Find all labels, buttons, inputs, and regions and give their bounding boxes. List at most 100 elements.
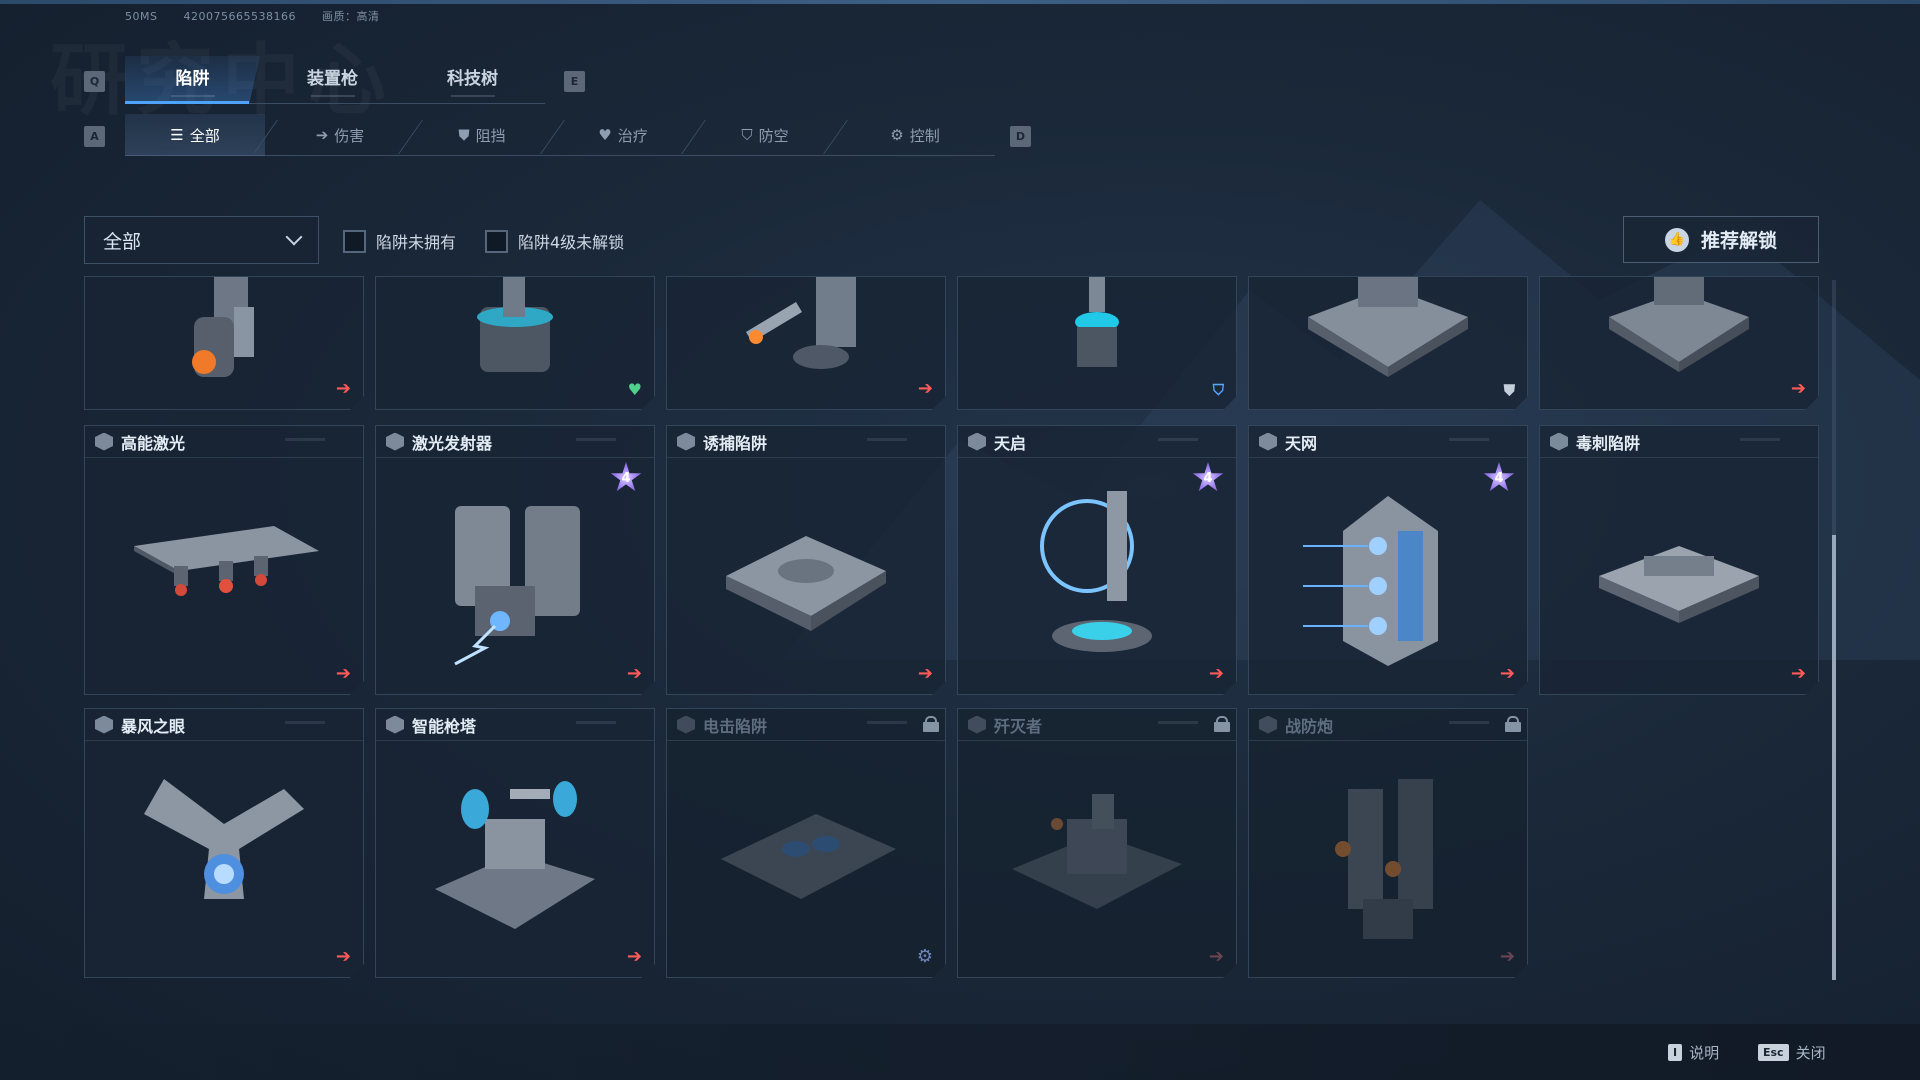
key-hint-d[interactable]: D bbox=[1010, 126, 1031, 147]
trap-image bbox=[1002, 789, 1192, 929]
tab-damage[interactable]: ➔ 伤害 bbox=[270, 114, 410, 156]
trap-name: 天启 bbox=[994, 433, 1027, 453]
trap-name: 暴风之眼 bbox=[121, 716, 186, 736]
key-hint-a[interactable]: A bbox=[84, 126, 105, 147]
shield-plane-icon: ⛉ bbox=[741, 126, 753, 144]
star-level-icon: 4 bbox=[1192, 462, 1224, 494]
trap-card[interactable]: 诱捕陷阱 ➔ bbox=[666, 425, 946, 695]
tab-tech-tree[interactable]: 科技树 bbox=[405, 56, 540, 104]
tab-label: 治疗 bbox=[617, 126, 648, 145]
trap-card[interactable]: 激光发射器 4 ➔ bbox=[375, 425, 655, 695]
arrow-icon[interactable]: ➔ bbox=[1791, 663, 1806, 684]
arrow-icon[interactable]: ➔ bbox=[336, 663, 351, 684]
card-header: 暴风之眼 bbox=[85, 709, 363, 741]
trap-image bbox=[736, 277, 876, 397]
trap-card[interactable]: ⛊ bbox=[1248, 276, 1528, 410]
trap-card[interactable]: 高能激光 ➔ bbox=[84, 425, 364, 695]
trap-type-icon bbox=[677, 716, 695, 734]
trap-card-locked[interactable]: 战防炮 ➔ bbox=[1248, 708, 1528, 978]
tab-label: 防空 bbox=[758, 126, 789, 145]
thumbs-up-icon: 👍 bbox=[1664, 227, 1689, 252]
lock-icon bbox=[1216, 716, 1228, 728]
tab-subline bbox=[310, 94, 355, 97]
ghost-text bbox=[1740, 438, 1780, 441]
shield-plane-icon[interactable]: ⛉ bbox=[1213, 381, 1224, 399]
arrow-icon[interactable]: ➔ bbox=[336, 946, 351, 967]
tab-subline bbox=[170, 94, 215, 97]
recommend-unlock-button[interactable]: 👍 推荐解锁 bbox=[1623, 216, 1819, 263]
list-icon: ☰ bbox=[170, 126, 184, 144]
gear-icon[interactable]: ⚙ bbox=[917, 946, 933, 967]
shield-icon[interactable]: ⛊ bbox=[1504, 381, 1515, 399]
main-tabs: 陷阱 装置枪 科技树 bbox=[125, 56, 545, 104]
trap-image bbox=[124, 516, 324, 606]
trap-card[interactable]: ♥ bbox=[375, 276, 655, 410]
arrow-icon[interactable]: ➔ bbox=[918, 663, 933, 684]
checkbox-not-owned[interactable]: 陷阱未拥有 bbox=[343, 229, 456, 253]
arrow-icon[interactable]: ➔ bbox=[1500, 663, 1515, 684]
tab-label: 科技树 bbox=[447, 68, 498, 89]
scrollbar-thumb[interactable] bbox=[1832, 535, 1836, 980]
tab-control[interactable]: ⚙ 控制 bbox=[845, 114, 985, 156]
trap-card[interactable]: ➔ bbox=[1539, 276, 1819, 410]
trap-card[interactable]: ➔ bbox=[666, 276, 946, 410]
checkbox-box[interactable] bbox=[485, 229, 508, 253]
trap-name: 天网 bbox=[1285, 433, 1318, 453]
tab-traps[interactable]: 陷阱 bbox=[125, 56, 260, 104]
ghost-text bbox=[285, 438, 325, 441]
arrow-icon[interactable]: ➔ bbox=[1500, 946, 1515, 967]
trap-card[interactable]: 天启 4 ➔ bbox=[957, 425, 1237, 695]
trap-card[interactable]: ⛉ bbox=[957, 276, 1237, 410]
arrow-icon[interactable]: ➔ bbox=[1209, 946, 1224, 967]
trap-image bbox=[1303, 769, 1473, 949]
key-esc: Esc bbox=[1758, 1044, 1789, 1061]
trap-card[interactable]: 智能枪塔 ➔ bbox=[375, 708, 655, 978]
trap-card[interactable]: 暴风之眼 ➔ bbox=[84, 708, 364, 978]
key-hint-e[interactable]: E bbox=[564, 71, 585, 92]
card-header: 激光发射器 bbox=[376, 426, 654, 458]
tab-device-guns[interactable]: 装置枪 bbox=[265, 56, 400, 104]
arrow-icon[interactable]: ➔ bbox=[627, 663, 642, 684]
ghost-text bbox=[1158, 721, 1198, 724]
trap-image bbox=[1584, 531, 1774, 631]
card-header: 天网 bbox=[1249, 426, 1527, 458]
tab-label: 阻挡 bbox=[475, 126, 506, 145]
arrow-icon[interactable]: ➔ bbox=[1209, 663, 1224, 684]
trap-name: 智能枪塔 bbox=[412, 716, 477, 736]
trap-image bbox=[124, 769, 324, 919]
arrow-icon: ➔ bbox=[315, 126, 329, 144]
trap-card[interactable]: ➔ bbox=[84, 276, 364, 410]
trap-type-icon bbox=[95, 716, 113, 734]
arrow-icon[interactable]: ➔ bbox=[627, 946, 642, 967]
arrow-icon[interactable]: ➔ bbox=[336, 378, 351, 399]
category-tabs: ☰ 全部 ➔ 伤害 ⛊ 阻挡 ♥ 治疗 ⛉ 防空 ⚙ 控制 bbox=[125, 114, 995, 156]
close-hint[interactable]: Esc 关闭 bbox=[1758, 1042, 1826, 1063]
arrow-icon[interactable]: ➔ bbox=[918, 378, 933, 399]
trap-image bbox=[706, 799, 906, 919]
trap-card[interactable]: 毒刺陷阱 ➔ bbox=[1539, 425, 1819, 695]
tab-block[interactable]: ⛊ 阻挡 bbox=[412, 114, 552, 156]
tab-anti-air[interactable]: ⛉ 防空 bbox=[695, 114, 835, 156]
key-hint-q[interactable]: Q bbox=[84, 71, 105, 92]
tab-all[interactable]: ☰ 全部 bbox=[125, 114, 265, 156]
ghost-text bbox=[576, 721, 616, 724]
help-label: 说明 bbox=[1689, 1044, 1720, 1062]
checkbox-box[interactable] bbox=[343, 229, 366, 253]
filter-selected-value: 全部 bbox=[103, 230, 142, 253]
help-hint[interactable]: I 说明 bbox=[1668, 1042, 1719, 1063]
filter-dropdown[interactable]: 全部 bbox=[84, 216, 319, 264]
arrow-icon[interactable]: ➔ bbox=[1791, 378, 1806, 399]
trap-card[interactable]: 天网 4 ➔ bbox=[1248, 425, 1528, 695]
trap-card-locked[interactable]: 电击陷阱 ⚙ bbox=[666, 708, 946, 978]
trap-name: 歼灭者 bbox=[994, 716, 1043, 736]
trap-image bbox=[1303, 491, 1473, 671]
card-header: 战防炮 bbox=[1249, 709, 1527, 741]
trap-name: 战防炮 bbox=[1285, 716, 1334, 736]
trap-card-locked[interactable]: 歼灭者 ➔ bbox=[957, 708, 1237, 978]
tab-subline bbox=[450, 94, 495, 97]
heart-icon[interactable]: ♥ bbox=[628, 380, 642, 399]
scrollbar-track[interactable] bbox=[1832, 280, 1836, 980]
checkbox-level4-locked[interactable]: 陷阱4级未解锁 bbox=[485, 229, 624, 253]
trap-name: 毒刺陷阱 bbox=[1576, 433, 1641, 453]
tab-heal[interactable]: ♥ 治疗 bbox=[553, 114, 693, 156]
